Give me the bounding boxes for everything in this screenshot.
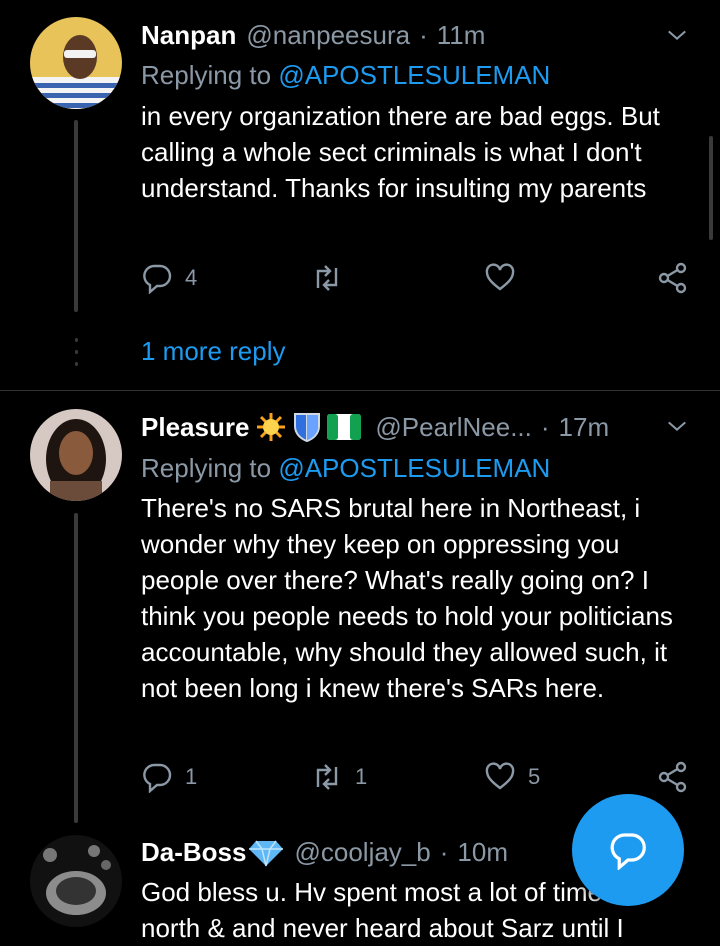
share-button[interactable] [657,262,689,294]
like-button[interactable]: 5 [484,761,540,793]
compose-reply-button[interactable] [572,794,684,906]
author-handle[interactable]: @PearlNee... [375,412,531,443]
retweet-icon [316,265,338,291]
reply-button[interactable]: 1 [141,761,197,793]
replying-to-handle[interactable]: @APOSTLESULEMAN [278,60,550,90]
reply-count: 1 [185,764,198,789]
share-icon [658,262,687,294]
author-name[interactable]: Nanpan [141,20,236,51]
chevron-down-icon[interactable] [666,415,688,437]
avatar[interactable] [30,409,122,501]
share-icon [658,761,687,793]
retweet-icon [316,764,338,790]
author-name[interactable]: Pleasure [141,412,249,443]
retweet-button[interactable] [311,262,355,294]
share-button[interactable] [657,761,689,793]
author-name[interactable]: Da-Boss [141,837,246,868]
like-icon [485,762,515,790]
replying-to-handle[interactable]: @APOSTLESULEMAN [278,453,550,483]
separator: · [419,20,428,50]
timestamp[interactable]: 10m [457,837,508,868]
scrollbar[interactable] [709,136,713,240]
retweet-button[interactable]: 1 [311,761,367,793]
more-replies-link[interactable]: 1 more reply [141,336,286,367]
retweet-count: 1 [355,764,368,789]
author-handle[interactable]: @nanpeesura [246,20,410,51]
avatar[interactable] [30,835,122,927]
tweet-text: in every organization there are bad eggs… [141,101,660,203]
tweet-header: Pleasure @PearlNee... · 17m [141,411,609,443]
chevron-down-icon[interactable] [666,24,688,46]
thread-dots [75,338,78,342]
nigeria-flag-emoji [327,414,362,440]
author-handle[interactable]: @cooljay_b [294,837,430,868]
reply-count: 4 [185,265,198,290]
replying-to: Replying to @APOSTLESULEMAN [141,453,550,484]
thread-line [74,513,78,823]
separator: · [540,411,550,442]
replying-to-prefix: Replying to [141,60,272,90]
thread-line [74,120,78,312]
tweet-actions: 1 1 5 [141,761,689,795]
like-button[interactable] [484,262,528,294]
like-icon [485,263,515,291]
reply-button[interactable]: 4 [141,262,197,294]
timestamp[interactable]: 17m [559,412,610,443]
tweet-pleasure[interactable]: Pleasure @PearlNee... · 17m Replying to … [0,391,720,823]
tweet-nanpan[interactable]: Nanpan @nanpeesura · 11m Replying to @AP… [0,0,720,390]
compose-reply-icon [610,833,646,870]
tweet-actions: 4 [141,262,689,296]
tweet-header: Da-Boss @cooljay_b · 10m [141,837,508,868]
tweet-text: There's no SARS brutal here in Northeast… [141,493,673,703]
thread-dots [75,350,78,354]
separator: · [439,837,449,867]
diamond-emoji [248,839,284,867]
shield-emoji [293,411,321,443]
reply-icon [143,264,172,294]
thread-dots [75,362,78,366]
tweet-header: Nanpan @nanpeesura · 11m [141,20,485,51]
like-count: 5 [528,764,541,789]
reply-icon [143,763,172,793]
replying-to-prefix: Replying to [141,453,272,483]
replying-to: Replying to @APOSTLESULEMAN [141,60,550,91]
timestamp[interactable]: 11m [437,20,486,51]
sun-emoji [255,411,287,443]
avatar[interactable] [30,17,122,109]
